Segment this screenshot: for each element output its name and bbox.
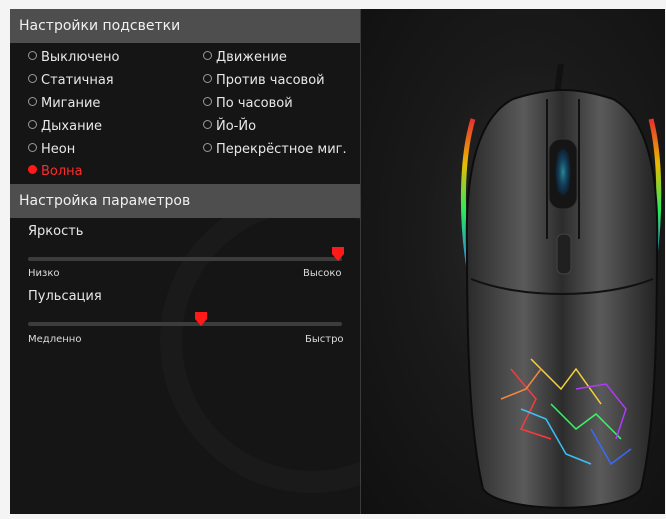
params-header: Настройка параметров xyxy=(10,184,360,218)
brightness-label: Яркость xyxy=(28,224,84,239)
pulse-slider-track[interactable] xyxy=(28,322,342,326)
mode-wave-label: Волна xyxy=(41,164,83,179)
brightness-slider-thumb[interactable] xyxy=(332,247,344,261)
mode-counterclockwise[interactable]: Против часовой xyxy=(203,73,325,89)
mode-breathing-label: Дыхание xyxy=(41,119,103,134)
radio-icon xyxy=(28,143,37,152)
pulse-label: Пульсация xyxy=(28,289,102,304)
mode-wave[interactable]: Волна xyxy=(28,164,83,180)
brightness-min-label: Низко xyxy=(28,268,60,279)
mode-breathing[interactable]: Дыхание xyxy=(28,119,102,135)
settings-panel: Настройки подсветки Выключено Статичная … xyxy=(10,9,361,514)
radio-icon xyxy=(28,51,37,60)
radio-icon xyxy=(28,97,37,106)
gaming-mouse-image xyxy=(460,63,662,509)
mode-clockwise-label: По часовой xyxy=(216,96,293,111)
radio-icon xyxy=(203,97,212,106)
mode-neon-label: Неон xyxy=(41,142,76,157)
mode-counterclockwise-label: Против часовой xyxy=(216,73,325,88)
mode-motion-label: Движение xyxy=(216,50,287,65)
brightness-max-label: Высоко xyxy=(303,268,342,279)
mode-cross-blink-label: Перекрёстное миг. xyxy=(216,142,347,157)
radio-icon xyxy=(203,143,212,152)
mode-static[interactable]: Статичная xyxy=(28,73,114,89)
mode-clockwise[interactable]: По часовой xyxy=(203,96,293,112)
mode-off[interactable]: Выключено xyxy=(28,50,119,66)
mode-yoyo[interactable]: Йо-Йо xyxy=(203,119,256,135)
radio-selected-icon xyxy=(28,165,37,174)
radio-icon xyxy=(28,120,37,129)
mode-yoyo-label: Йо-Йо xyxy=(216,119,257,134)
mode-off-label: Выключено xyxy=(41,50,120,65)
radio-icon xyxy=(203,51,212,60)
app-window: Настройки подсветки Выключено Статичная … xyxy=(10,9,665,514)
mode-cross-blink[interactable]: Перекрёстное миг. xyxy=(203,142,347,158)
mode-static-label: Статичная xyxy=(41,73,114,88)
mode-neon[interactable]: Неон xyxy=(28,142,75,158)
lighting-header: Настройки подсветки xyxy=(10,9,360,43)
radio-icon xyxy=(28,74,37,83)
mode-blink[interactable]: Мигание xyxy=(28,96,100,112)
mouse-preview-panel xyxy=(361,9,665,514)
pulse-max-label: Быстро xyxy=(305,334,344,345)
brightness-slider-track[interactable] xyxy=(28,257,342,261)
mode-motion[interactable]: Движение xyxy=(203,50,287,66)
mode-blink-label: Мигание xyxy=(41,96,101,111)
pulse-slider-thumb[interactable] xyxy=(194,312,207,326)
pulse-min-label: Медленно xyxy=(28,334,82,345)
radio-icon xyxy=(203,120,212,129)
radio-icon xyxy=(203,74,212,83)
